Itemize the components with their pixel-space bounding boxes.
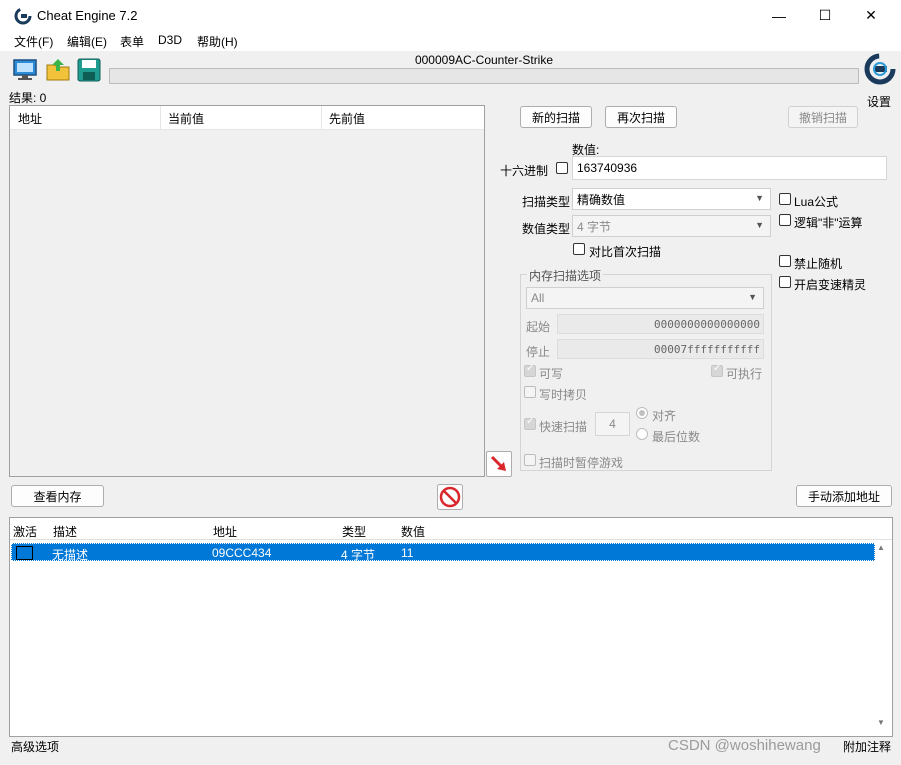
column-current-value[interactable]: 当前值 <box>168 110 204 127</box>
save-icon[interactable] <box>76 57 102 83</box>
alignment-label: 对齐 <box>652 409 677 423</box>
open-folder-icon[interactable] <box>45 57 71 83</box>
executable-checkbox[interactable] <box>711 363 723 377</box>
scroll-up-arrow-icon[interactable]: ▲ <box>877 543 885 552</box>
scan-type-select[interactable]: 精确数值 ▼ <box>572 188 771 210</box>
row-type: 4 字节 <box>341 548 376 562</box>
watermark-text: CSDN @woshihewang <box>668 737 821 754</box>
value-type-label: 数值类型 <box>522 222 571 236</box>
no-random-label: 禁止随机 <box>794 257 843 271</box>
menu-edit[interactable]: 编辑(E) <box>67 33 107 50</box>
table-comments-link[interactable]: 附加注释 <box>843 738 891 755</box>
process-name: 000009AC-Counter-Strike <box>414 53 554 67</box>
executable-label: 可执行 <box>726 367 763 381</box>
next-scan-button[interactable]: 再次扫描 <box>605 106 677 128</box>
column-description[interactable]: 描述 <box>53 523 77 540</box>
arrow-down-right-icon <box>490 455 506 471</box>
hex-label: 十六进制 <box>500 164 549 178</box>
fast-scan-checkbox[interactable] <box>524 416 536 430</box>
scan-type-label: 扫描类型 <box>522 195 571 209</box>
no-random-checkbox[interactable] <box>779 255 791 267</box>
clear-list-icon[interactable] <box>437 484 463 510</box>
menu-help[interactable]: 帮助(H) <box>197 33 238 50</box>
writable-label: 可写 <box>539 367 564 381</box>
minimize-button[interactable]: — <box>756 0 802 31</box>
memory-region-value: All <box>531 291 545 305</box>
copy-on-write-label: 写时拷贝 <box>539 388 588 402</box>
copy-on-write-checkbox[interactable] <box>524 386 536 398</box>
value-type-value: 4 字节 <box>577 219 612 234</box>
lua-formula-checkbox[interactable] <box>779 193 791 205</box>
speedhack-checkbox[interactable] <box>779 276 791 288</box>
pause-game-checkbox[interactable] <box>524 454 536 466</box>
results-header: 地址 当前值 先前值 <box>10 106 484 130</box>
writable-checkbox[interactable] <box>524 363 536 377</box>
add-selected-to-list-button[interactable] <box>486 451 512 477</box>
row-description: 无描述 <box>52 548 89 562</box>
stop-address-label: 停止 <box>526 345 551 359</box>
memory-region-select[interactable]: All ▼ <box>526 287 764 309</box>
window-title: Cheat Engine 7.2 <box>37 8 138 23</box>
close-button[interactable]: ✕ <box>848 0 894 31</box>
compare-first-label: 对比首次扫描 <box>589 245 662 259</box>
last-digits-label: 最后位数 <box>652 430 701 444</box>
logical-not-checkbox[interactable] <box>779 214 791 226</box>
chevron-down-icon: ▼ <box>748 292 757 302</box>
menu-d3d[interactable]: D3D <box>158 33 182 47</box>
scan-value-input[interactable]: 163740936 <box>572 156 887 180</box>
settings-logo-icon[interactable] <box>864 53 896 89</box>
pause-game-label: 扫描时暂停游戏 <box>539 456 624 470</box>
last-digits-radio[interactable] <box>636 428 648 440</box>
active-checkbox[interactable] <box>16 546 33 560</box>
address-list[interactable]: 激活 描述 地址 类型 数值 无描述 09CCC434 4 字节 11 <box>9 517 893 737</box>
address-list-header: 激活 描述 地址 类型 数值 <box>10 518 892 540</box>
speedhack-label: 开启变速精灵 <box>794 278 867 292</box>
undo-scan-button[interactable]: 撤销扫描 <box>788 106 858 128</box>
scan-progress-bar <box>109 68 859 84</box>
settings-label[interactable]: 设置 <box>867 93 891 110</box>
advanced-options-link[interactable]: 高级选项 <box>11 738 59 755</box>
row-address: 09CCC434 <box>212 546 272 560</box>
view-memory-button[interactable]: 查看内存 <box>11 485 104 507</box>
chevron-down-icon: ▼ <box>755 220 764 230</box>
start-address-field[interactable]: 0000000000000000 <box>557 314 764 334</box>
column-type[interactable]: 类型 <box>342 523 366 540</box>
scroll-down-arrow-icon[interactable]: ▼ <box>877 718 885 727</box>
stop-address-field[interactable]: 00007fffffffffff <box>557 339 764 359</box>
alignment-radio[interactable] <box>636 407 648 419</box>
cheat-engine-app-icon <box>14 7 32 25</box>
scan-results-list[interactable]: 地址 当前值 先前值 <box>9 105 485 477</box>
results-count: 结果: 0 <box>9 91 47 105</box>
scan-type-value: 精确数值 <box>577 192 626 207</box>
column-active[interactable]: 激活 <box>13 523 37 540</box>
maximize-button[interactable]: ☐ <box>802 0 848 31</box>
new-scan-button[interactable]: 新的扫描 <box>520 106 592 128</box>
column-address[interactable]: 地址 <box>213 523 237 540</box>
start-address-label: 起始 <box>526 320 551 334</box>
fast-scan-label: 快速扫描 <box>539 420 588 434</box>
fast-scan-value-field[interactable]: 4 <box>595 412 630 436</box>
column-previous-value[interactable]: 先前值 <box>329 110 365 127</box>
menu-bar: 文件(F) 编辑(E) 表单 D3D 帮助(H) <box>0 31 901 51</box>
compare-first-checkbox[interactable] <box>573 243 585 255</box>
column-address[interactable]: 地址 <box>18 110 42 127</box>
row-value: 11 <box>401 546 414 560</box>
lua-formula-label: Lua公式 <box>794 195 839 209</box>
menu-table[interactable]: 表单 <box>120 33 144 50</box>
chevron-down-icon: ▼ <box>755 193 764 203</box>
table-row[interactable]: 无描述 09CCC434 4 字节 11 <box>11 543 875 562</box>
add-address-manually-button[interactable]: 手动添加地址 <box>796 485 892 507</box>
memory-scan-options-title: 内存扫描选项 <box>527 267 604 284</box>
logical-not-label: 逻辑"非"运算 <box>794 216 863 230</box>
value-type-select[interactable]: 4 字节 ▼ <box>572 215 771 237</box>
open-process-icon[interactable] <box>12 57 38 83</box>
hex-checkbox[interactable] <box>556 162 568 174</box>
menu-file[interactable]: 文件(F) <box>14 33 53 50</box>
column-value[interactable]: 数值 <box>401 523 425 540</box>
